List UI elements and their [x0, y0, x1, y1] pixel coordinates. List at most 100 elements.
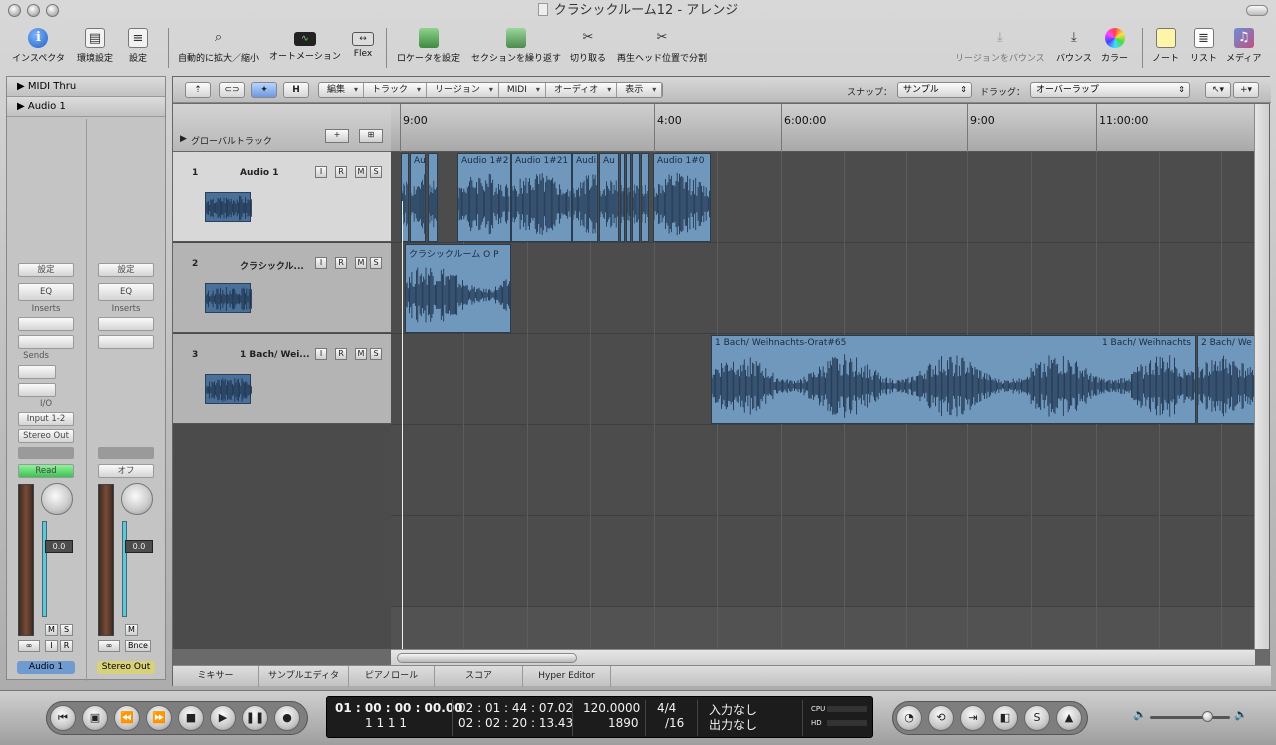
audio-region[interactable]: [632, 153, 640, 242]
track-menu[interactable]: トラック: [364, 83, 428, 97]
eq-button[interactable]: EQ: [98, 283, 154, 301]
input-monitor-button[interactable]: I: [45, 640, 58, 652]
notes-button[interactable]: ノート: [1152, 26, 1179, 64]
region-menu[interactable]: リージョン: [427, 83, 499, 97]
track-input-monitor-button[interactable]: I: [315, 257, 327, 269]
horizontal-scrollbar[interactable]: [391, 649, 1255, 665]
media-button[interactable]: ♫ メディア: [1226, 26, 1261, 64]
preferences-button[interactable]: ▤ 環境設定: [77, 26, 113, 64]
track-name[interactable]: クラシックル...: [240, 259, 310, 272]
cycle-icon[interactable]: ⟲: [928, 705, 954, 731]
input-selector[interactable]: Input 1-2: [18, 412, 74, 426]
split-at-playhead-button[interactable]: ✂ 再生ヘッド位置で分割: [617, 26, 707, 64]
audio-region[interactable]: Audio 1#0: [653, 153, 711, 242]
lists-button[interactable]: ≣ リスト: [1190, 26, 1217, 64]
track-name[interactable]: Audio 1: [240, 168, 310, 178]
insert-slot-2[interactable]: [98, 335, 154, 349]
transport-display[interactable]: 01 : 00 : 00 : 00.00 1 1 1 1 02 : 01 : 4…: [326, 696, 873, 738]
midi-menu[interactable]: MIDI: [499, 83, 546, 97]
catch-icon[interactable]: ✦: [251, 82, 277, 98]
duplicate-track-icon[interactable]: ⊞: [359, 129, 383, 143]
insert-slot-1[interactable]: [98, 317, 154, 331]
playhead[interactable]: [402, 201, 403, 651]
play-icon[interactable]: ▶: [210, 705, 236, 731]
close-window-button[interactable]: [8, 4, 21, 17]
track-mute-button[interactable]: M: [355, 257, 367, 269]
minimize-window-button[interactable]: [27, 4, 40, 17]
audio-region[interactable]: Au: [410, 153, 426, 242]
track-solo-button[interactable]: S: [370, 348, 382, 360]
bounce-button[interactable]: ⤓ バウンス: [1056, 26, 1092, 64]
editor-tab[interactable]: Hyper Editor: [523, 666, 611, 687]
add-track-button[interactable]: +: [325, 129, 349, 143]
tracks-canvas[interactable]: Au Audio 1#2 Audio 1#21 Audi Au Audio 1#0 クラシッ…: [391, 152, 1255, 649]
link-icon[interactable]: ⊂⊃: [219, 82, 245, 98]
forward-icon[interactable]: ⏩: [146, 705, 172, 731]
repeat-section-button[interactable]: セクションを繰り返す: [471, 26, 561, 64]
inspector-region-row[interactable]: ▶ Audio 1: [7, 97, 165, 117]
audio-region[interactable]: Au: [599, 153, 619, 242]
track-solo-button[interactable]: S: [370, 257, 382, 269]
track-lane[interactable]: [391, 516, 1255, 607]
record-icon[interactable]: ●: [274, 705, 300, 731]
go-to-position-icon[interactable]: ▣: [82, 705, 108, 731]
automation-mode-button[interactable]: オフ: [98, 464, 154, 478]
insert-slot-1[interactable]: [18, 317, 74, 331]
channel-settings-button[interactable]: 設定: [98, 263, 154, 277]
track-mute-button[interactable]: M: [355, 348, 367, 360]
auto-zoom-button[interactable]: ⌕ 自動的に拡大／縮小: [178, 26, 259, 64]
editor-tab[interactable]: ミキサー: [173, 666, 259, 687]
bounce-region-button[interactable]: ⤓ リージョンをバウンス: [955, 26, 1045, 64]
go-to-start-icon[interactable]: ⏮: [50, 705, 76, 731]
view-menu[interactable]: 表示: [617, 83, 663, 97]
pause-icon[interactable]: ❚❚: [242, 705, 268, 731]
track-header[interactable]: 2 クラシックル... I R M S: [173, 243, 391, 333]
set-locators-button[interactable]: ロケータを設定: [397, 26, 460, 64]
audio-region[interactable]: [626, 153, 631, 242]
pan-knob[interactable]: [121, 483, 153, 515]
audio-region[interactable]: Audio 1#2: [457, 153, 511, 242]
track-mute-button[interactable]: M: [355, 166, 367, 178]
link-icon[interactable]: ∞: [98, 640, 120, 652]
group-slot[interactable]: [98, 447, 154, 459]
eq-button[interactable]: EQ: [18, 283, 74, 301]
track-header[interactable]: 3 1 Bach/ Wei... I R M S: [173, 334, 391, 424]
audio-region[interactable]: 1 Bach/ Weihnachts-Orat#65 1 Bach/ Weihna…: [711, 335, 1196, 424]
track-record-button[interactable]: R: [335, 348, 347, 360]
track-record-button[interactable]: R: [335, 257, 347, 269]
mute-button[interactable]: M: [45, 624, 58, 636]
color-button[interactable]: カラー: [1101, 26, 1128, 64]
volume-fader[interactable]: [122, 521, 127, 617]
editor-tab[interactable]: ピアノロール: [349, 666, 435, 687]
horizontal-scroll-thumb[interactable]: [397, 653, 577, 663]
link-icon[interactable]: ∞: [18, 640, 40, 652]
record-enable-button[interactable]: R: [60, 640, 73, 652]
audio-region[interactable]: [620, 153, 625, 242]
bar-ruler[interactable]: 9:00 4:00 6:00:00 9:00 11:00:00: [391, 104, 1255, 152]
solo-button[interactable]: S: [60, 624, 73, 636]
pan-knob[interactable]: [41, 483, 73, 515]
flex-button[interactable]: ↔ Flex: [352, 26, 374, 59]
master-volume-slider[interactable]: [1150, 711, 1230, 722]
hide-button[interactable]: H: [283, 82, 309, 98]
up-arrow-icon[interactable]: ⇡: [185, 82, 211, 98]
track-input-monitor-button[interactable]: I: [315, 348, 327, 360]
metronome-icon[interactable]: ▲: [1056, 705, 1082, 731]
autopunch-icon[interactable]: ⇥: [960, 705, 986, 731]
crosshair-tool-icon[interactable]: +▾: [1233, 82, 1259, 98]
track-lane[interactable]: [391, 243, 1255, 334]
audio-region[interactable]: [428, 153, 438, 242]
volume-thumb[interactable]: [1202, 711, 1213, 722]
disclosure-triangle-icon[interactable]: ▶: [180, 134, 187, 144]
snap-select[interactable]: サンプル: [897, 82, 972, 98]
audio-region[interactable]: [641, 153, 649, 242]
zoom-window-button[interactable]: [46, 4, 59, 17]
toolbar-toggle-button[interactable]: [1246, 5, 1268, 16]
pointer-tool-icon[interactable]: ↖▾: [1205, 82, 1231, 98]
channel-name-label[interactable]: Stereo Out: [97, 661, 155, 674]
bounce-button-strip[interactable]: Bnce: [125, 640, 151, 652]
cut-button[interactable]: ✂ 切り取る: [570, 26, 606, 64]
track-record-button[interactable]: R: [335, 166, 347, 178]
channel-settings-button[interactable]: 設定: [18, 263, 74, 277]
send-slot-1[interactable]: [18, 365, 56, 379]
